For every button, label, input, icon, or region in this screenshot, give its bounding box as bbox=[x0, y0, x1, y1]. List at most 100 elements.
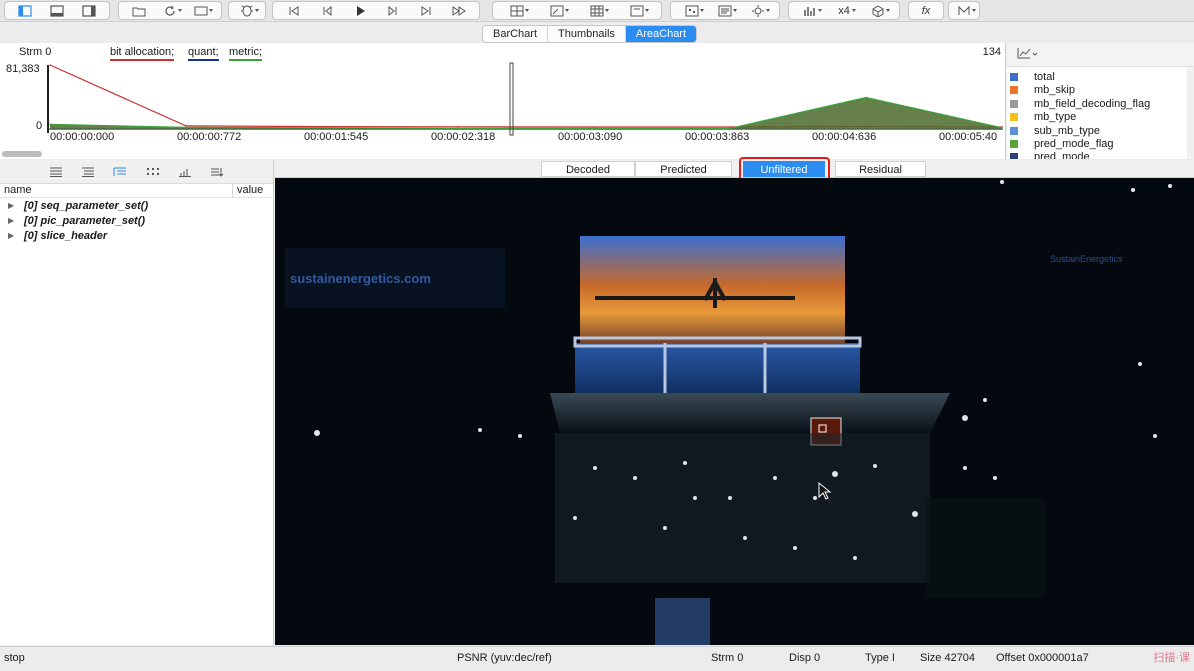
tree-row-label: [0] seq_parameter_set() bbox=[24, 199, 149, 212]
tab-thumbnails[interactable]: Thumbnails bbox=[548, 26, 626, 42]
swatch-mb-type bbox=[1010, 112, 1018, 121]
analysis-group: x4 bbox=[788, 1, 900, 20]
data-point bbox=[49, 123, 51, 126]
main-toolbar: x4 fx bbox=[0, 0, 1194, 22]
legend-item-label: sub_mb_type bbox=[1034, 124, 1101, 137]
align-left-icon[interactable] bbox=[49, 166, 63, 178]
chart-type-tabs: BarChart Thumbnails AreaChart bbox=[482, 25, 698, 43]
data-point bbox=[457, 127, 459, 130]
left-panel-toggle-icon[interactable] bbox=[16, 3, 34, 18]
disclosure-triangle-icon[interactable]: ▶ bbox=[8, 231, 24, 240]
time-tick: 00:00:05:40 bbox=[939, 131, 998, 143]
legend-header bbox=[1007, 43, 1194, 67]
tab-barchart[interactable]: BarChart bbox=[483, 26, 549, 42]
open-folder-icon[interactable] bbox=[130, 3, 148, 18]
right-panel-toggle-icon[interactable] bbox=[80, 3, 98, 18]
legend-item-label: mb_type bbox=[1034, 110, 1077, 123]
data-point bbox=[321, 127, 323, 129]
data-point bbox=[865, 96, 867, 99]
tree-row[interactable]: ▶ [0] seq_parameter_set() bbox=[0, 198, 273, 213]
grid-overlay-icon[interactable] bbox=[508, 3, 529, 18]
tab-areachart[interactable]: AreaChart bbox=[625, 26, 697, 42]
area-chart-panel[interactable]: Strm 0 bit allocation; quant; metric; 13… bbox=[0, 43, 1006, 159]
data-point bbox=[593, 127, 595, 130]
mb-overlay-icon[interactable] bbox=[588, 3, 609, 18]
formula-group: fx bbox=[908, 1, 944, 20]
sort-icon[interactable] bbox=[210, 166, 224, 178]
time-tick: 00:00:03:863 bbox=[685, 131, 750, 143]
mode-overlay-icon[interactable] bbox=[628, 3, 649, 18]
bug-icon[interactable] bbox=[238, 3, 259, 18]
tree-view-icon[interactable] bbox=[113, 166, 127, 178]
settings-icon[interactable] bbox=[749, 3, 771, 18]
status-psnr: PSNR (yuv:dec/ref) bbox=[457, 652, 552, 664]
swatch-total bbox=[1010, 72, 1018, 81]
status-offset: Offset 0x000001a7 bbox=[996, 652, 1089, 664]
swatch-mb-field bbox=[1010, 99, 1018, 108]
compare-icon[interactable] bbox=[955, 3, 976, 18]
tab-decoded[interactable]: Decoded bbox=[541, 161, 635, 177]
tree-row[interactable]: ▶ [0] slice_header bbox=[0, 228, 273, 243]
tab-residual[interactable]: Residual bbox=[835, 161, 926, 177]
time-tick: 00:00:00:772 bbox=[177, 131, 242, 143]
column-name-header[interactable]: name bbox=[0, 184, 233, 197]
play-icon[interactable] bbox=[351, 3, 369, 18]
time-tick: 00:00:00:000 bbox=[50, 131, 115, 143]
tree-column-headers: name value bbox=[0, 184, 273, 198]
grid-view-icon[interactable] bbox=[146, 166, 160, 178]
cube-icon[interactable] bbox=[869, 3, 890, 18]
swatch-pred-mode bbox=[1010, 152, 1018, 159]
prev-frame-icon[interactable] bbox=[318, 3, 336, 18]
info-group bbox=[670, 1, 780, 20]
reload-icon[interactable] bbox=[161, 3, 182, 18]
extra-group bbox=[948, 1, 980, 20]
tree-toolbar bbox=[0, 160, 273, 184]
first-frame-icon[interactable] bbox=[285, 3, 303, 18]
legend-item[interactable]: mb_type bbox=[1010, 110, 1076, 123]
time-tick: 00:00:01:545 bbox=[304, 131, 369, 143]
svg-text:sustainenergetics.com: sustainenergetics.com bbox=[290, 271, 431, 286]
fast-forward-icon[interactable] bbox=[450, 3, 468, 18]
playhead-cursor[interactable] bbox=[509, 62, 514, 136]
formula-button[interactable]: fx bbox=[917, 3, 935, 18]
export-icon[interactable] bbox=[192, 3, 214, 18]
status-bar: stop PSNR (yuv:dec/ref) Strm 0 Disp 0 Ty… bbox=[0, 646, 1194, 671]
syntax-legend-panel: total mb_skip mb_field_decoding_flag mb_… bbox=[1007, 43, 1194, 159]
bar-view-icon[interactable] bbox=[178, 166, 192, 178]
legend-scrollbar[interactable] bbox=[1187, 67, 1194, 159]
chart-horizontal-scrollbar[interactable] bbox=[2, 151, 42, 157]
layout-toggle-group bbox=[4, 1, 110, 20]
syntax-tree-panel: name value ▶ [0] seq_parameter_set() ▶ [0]… bbox=[0, 160, 274, 645]
bottom-panel-toggle-icon[interactable] bbox=[48, 3, 66, 18]
data-point bbox=[1001, 127, 1003, 129]
legend-item-label: pred_mode bbox=[1034, 150, 1090, 160]
legend-item[interactable]: mb_field_decoding_flag bbox=[1010, 97, 1150, 110]
app-window: x4 fx BarChart Thumbnails AreaChart Strm… bbox=[0, 0, 1194, 671]
legend-item-label: mb_skip bbox=[1034, 83, 1075, 96]
zoom-level[interactable]: x4 bbox=[835, 3, 856, 18]
series-area-metric bbox=[50, 97, 1002, 129]
disclosure-triangle-icon[interactable]: ▶ bbox=[8, 201, 24, 210]
watermark-logo: 扫描·课 bbox=[1153, 652, 1190, 664]
legend-item[interactable]: sub_mb_type bbox=[1010, 124, 1100, 137]
legend-item[interactable]: pred_mode bbox=[1010, 150, 1090, 159]
disclosure-triangle-icon[interactable]: ▶ bbox=[8, 216, 24, 225]
tab-predicted[interactable]: Predicted bbox=[635, 161, 732, 177]
legend-item[interactable]: total bbox=[1010, 70, 1055, 83]
histogram-icon[interactable] bbox=[801, 3, 822, 18]
chart-options-icon[interactable] bbox=[1017, 47, 1039, 62]
column-value-header[interactable]: value bbox=[233, 184, 263, 197]
legend-item[interactable]: mb_skip bbox=[1010, 83, 1075, 96]
legend-item[interactable]: pred_mode_flag bbox=[1010, 137, 1114, 150]
data-point bbox=[185, 125, 187, 127]
tree-row[interactable]: ▶ [0] pic_parameter_set() bbox=[0, 213, 273, 228]
text-info-icon[interactable] bbox=[716, 3, 737, 18]
list-view-icon[interactable] bbox=[81, 166, 95, 178]
time-tick: 00:00:03:090 bbox=[558, 131, 623, 143]
qp-overlay-icon[interactable] bbox=[683, 3, 704, 18]
last-frame-icon[interactable] bbox=[417, 3, 435, 18]
video-frame-view[interactable]: sustainenergetics.com SustainEnergetics bbox=[275, 178, 1194, 645]
debug-group bbox=[228, 1, 266, 20]
mv-overlay-icon[interactable] bbox=[548, 3, 569, 18]
next-frame-icon[interactable] bbox=[384, 3, 402, 18]
